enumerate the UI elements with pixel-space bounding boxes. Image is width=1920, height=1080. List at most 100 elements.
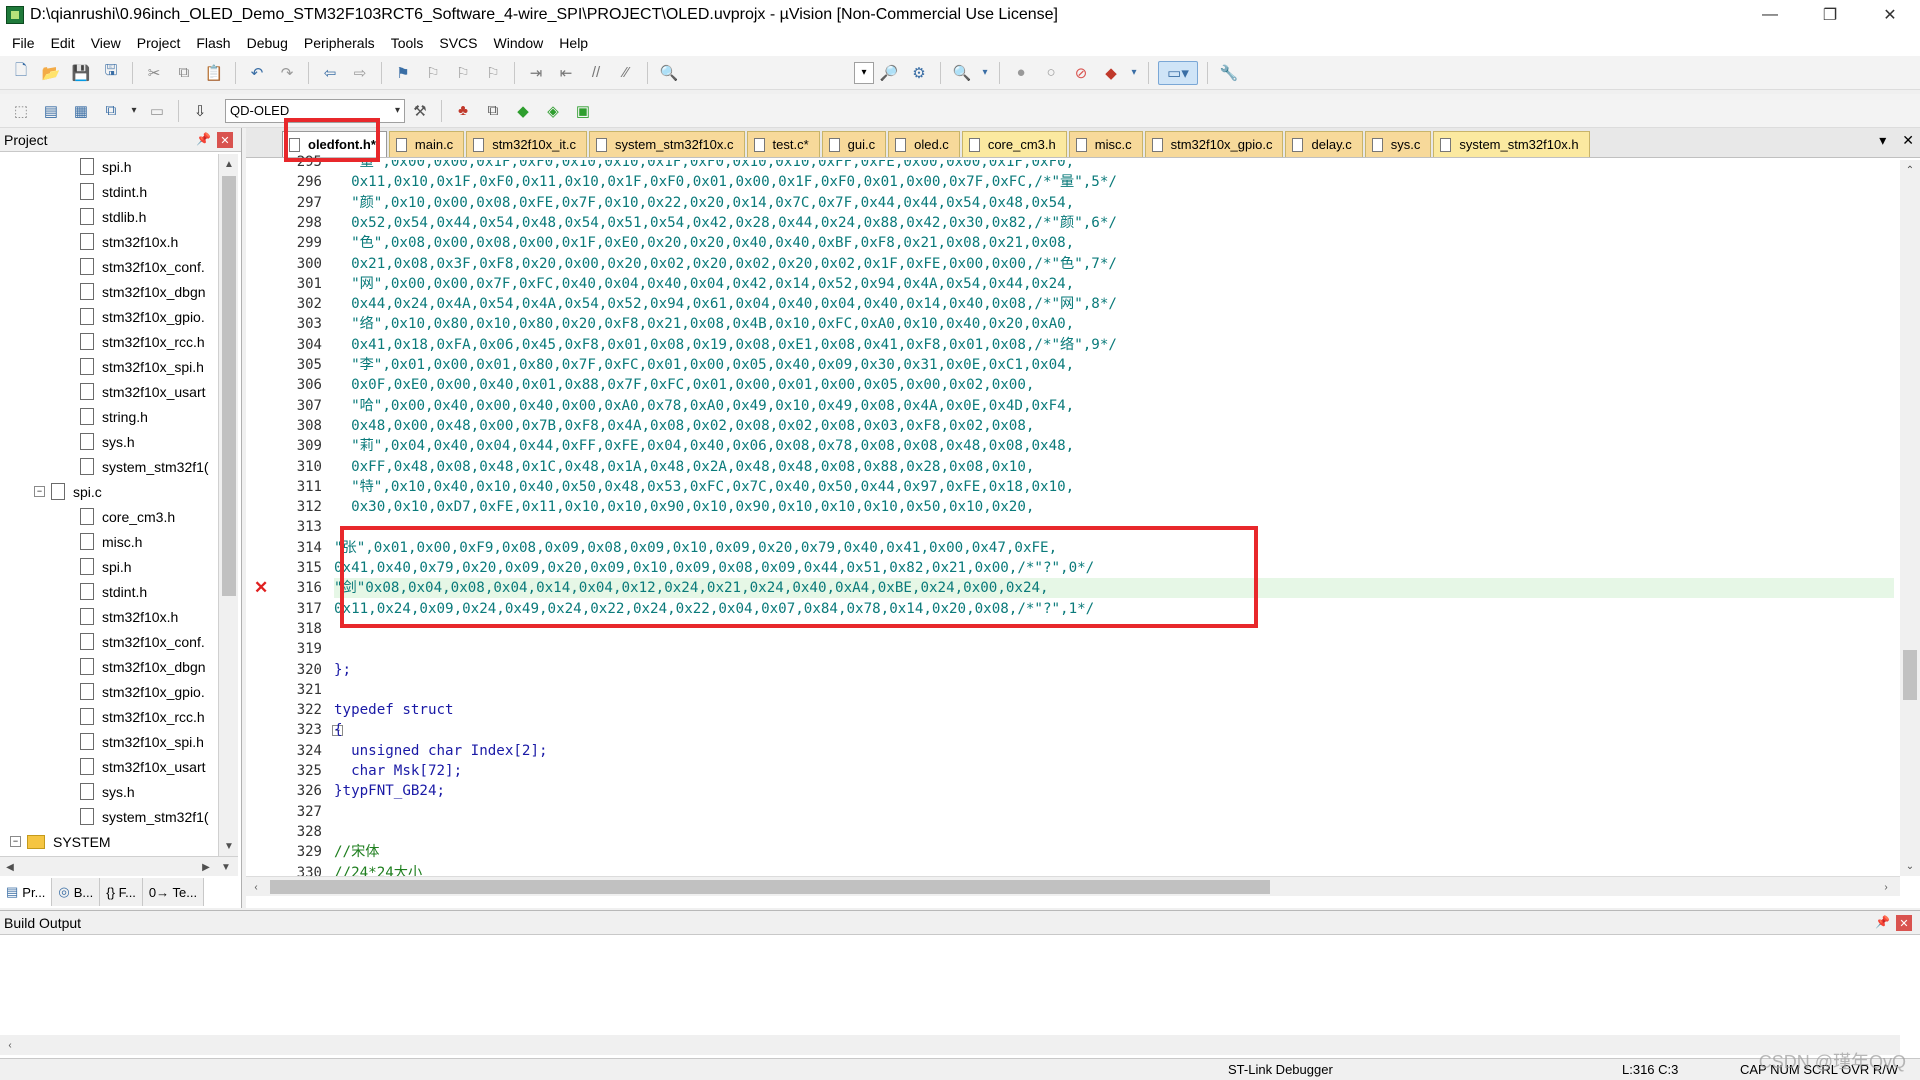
uncomment-icon[interactable]: ⁄⁄ [614,61,638,85]
tree-item[interactable]: stdlib.h [0,204,218,229]
configure-tools-icon[interactable]: 🔧 [1217,61,1241,85]
close-icon[interactable]: ✕ [1896,915,1912,931]
code-line[interactable]: 0x52,0x54,0x44,0x54,0x48,0x54,0x51,0x54,… [334,213,1117,233]
tree-item[interactable]: − SYSTEM [0,829,218,854]
breakpoint-dropdown-icon[interactable]: ▾ [1129,61,1139,85]
menu-debug[interactable]: Debug [239,30,296,56]
tab-functions[interactable]: {} F... [100,878,143,906]
collapse-icon[interactable]: − [10,836,21,847]
scroll-down-icon[interactable]: ⌄ [1900,856,1920,876]
navigate-forward-icon[interactable]: ⇨ [348,61,372,85]
open-file-icon[interactable]: 📂 [39,61,63,85]
file-tab[interactable]: sys.c [1364,131,1432,157]
code-line[interactable]: 0x48,0x00,0x48,0x00,0x7B,0xF8,0x4A,0x08,… [334,416,1034,436]
file-tab[interactable]: test.c* [746,131,820,157]
bookmark-clear-icon[interactable]: ⚐ [481,61,505,85]
project-vertical-scrollbar[interactable]: ▲ ▼ [218,154,238,856]
scroll-left-icon[interactable]: ‹ [246,877,266,897]
find-in-files-icon[interactable]: 🔍 [657,61,681,85]
code-line[interactable]: "特",0x10,0x40,0x10,0x40,0x50,0x48,0x53,0… [334,477,1074,497]
tree-item[interactable]: stdint.h [0,179,218,204]
tree-item[interactable]: stm32f10x_dbgn [0,654,218,679]
file-tab[interactable]: system_stm32f10x.h [1433,131,1590,157]
tab-templates[interactable]: 0→ Te... [142,878,205,906]
tree-item[interactable]: system_stm32f1( [0,804,218,829]
code-line[interactable]: 0x30,0x10,0xD7,0xFE,0x11,0x10,0x10,0x90,… [334,497,1034,517]
pack-installer-icon[interactable]: ▣ [571,99,595,123]
tree-item[interactable]: spi.h [0,554,218,579]
translate-icon[interactable]: ⬚ [9,99,33,123]
file-tab[interactable]: oled.c [888,131,960,157]
paste-icon[interactable]: 📋 [202,61,226,85]
breakpoint-insert-icon[interactable]: ● [1009,61,1033,85]
code-line[interactable]: "李",0x01,0x00,0x01,0x80,0x7F,0xFC,0x01,0… [334,355,1074,375]
file-tab[interactable]: misc.c [1068,131,1143,157]
incremental-find-icon[interactable]: 🔎 [877,61,901,85]
tree-item[interactable]: string.h [0,404,218,429]
scroll-thumb[interactable] [270,880,1270,894]
batch-dropdown-icon[interactable]: ▾ [129,99,139,123]
tree-item[interactable]: stm32f10x_dbgn [0,279,218,304]
code-line[interactable]: 0xFF,0x48,0x08,0x48,0x1C,0x48,0x1A,0x48,… [334,457,1034,477]
code-line[interactable]: 0x21,0x08,0x3F,0xF8,0x20,0x00,0x20,0x02,… [334,254,1117,274]
scroll-right-icon[interactable]: ▶ [196,857,216,877]
scroll-down-icon[interactable]: ▼ [219,836,239,856]
debug-dropdown-icon[interactable]: ▾ [980,61,990,85]
breakpoint-kill-all-icon[interactable]: ◆ [1099,61,1123,85]
code-line[interactable]: 0x44,0x24,0x4A,0x54,0x4A,0x54,0x52,0x94,… [334,294,1117,314]
build-icon[interactable]: ▤ [39,99,63,123]
new-file-icon[interactable]: 🗋 [9,61,33,85]
tree-item[interactable]: stm32f10x.h [0,604,218,629]
bookmark-prev-icon[interactable]: ⚐ [421,61,445,85]
tree-item[interactable]: stm32f10x_usart [0,754,218,779]
find-replace-icon[interactable]: ⚙ [907,61,931,85]
editor-horizontal-scrollbar[interactable]: ‹ › [246,876,1900,896]
tree-item[interactable]: stm32f10x_rcc.h [0,329,218,354]
close-window-button[interactable]: ✕ [1860,0,1920,30]
manage-project-items-icon[interactable]: ♣ [451,99,475,123]
menu-flash[interactable]: Flash [188,30,238,56]
tab-project[interactable]: ▤ Pr... [0,878,53,906]
menu-file[interactable]: File [4,30,43,56]
tree-item[interactable]: − spi.c [0,479,218,504]
breakpoint-enable-icon[interactable]: ○ [1039,61,1063,85]
navigate-back-icon[interactable]: ⇦ [318,61,342,85]
tree-item[interactable]: sys.h [0,429,218,454]
code-line[interactable]: //24*24大小 [334,863,422,876]
code-line[interactable]: "莉",0x04,0x40,0x04,0x44,0xFF,0xFE,0x04,0… [334,436,1074,456]
pin-icon[interactable]: 📌 [1875,915,1890,929]
pin-icon[interactable]: 📌 [196,132,211,146]
manage-multi-project-icon[interactable]: ⧉ [481,99,505,123]
menu-svcs[interactable]: SVCS [431,30,485,56]
tree-item[interactable]: stm32f10x_spi.h [0,354,218,379]
target-options-icon[interactable]: ⚒ [408,99,432,123]
cut-icon[interactable]: ✂ [142,61,166,85]
scroll-right-icon[interactable]: › [1876,877,1896,897]
scroll-thumb[interactable] [1903,650,1917,700]
restore-button[interactable]: ❐ [1800,0,1860,30]
tree-item[interactable]: sys.h [0,779,218,804]
code-line[interactable]: "量",0x00,0x00,0x1F,0xF0,0x10,0x10,0x1F,0… [334,160,1074,172]
undo-icon[interactable]: ↶ [245,61,269,85]
unindent-icon[interactable]: ⇤ [554,61,578,85]
tree-item[interactable]: stdint.h [0,579,218,604]
bookmark-next-icon[interactable]: ⚐ [451,61,475,85]
menu-edit[interactable]: Edit [43,30,83,56]
batch-build-icon[interactable]: ⧉ [99,99,123,123]
file-tab[interactable]: stm32f10x_gpio.c [1144,131,1284,157]
code-line[interactable]: char Msk[72]; [334,761,462,781]
code-line[interactable]: "哈",0x00,0x40,0x00,0x40,0x00,0xA0,0x78,0… [334,396,1074,416]
scroll-left-icon[interactable]: ‹ [0,1035,20,1055]
file-tab[interactable]: stm32f10x_it.c [466,131,588,157]
debug-session-icon[interactable]: 🔍 [950,61,974,85]
scroll-up-icon[interactable]: ⌃ [1900,160,1920,180]
code-line[interactable]: { [334,720,343,740]
code-line[interactable]: 0x0F,0xE0,0x00,0x40,0x01,0x88,0x7F,0xFC,… [334,375,1034,395]
project-horizontal-scrollbar[interactable]: ◀ ▶ ▼ [0,856,238,876]
file-tab[interactable]: delay.c [1285,131,1363,157]
stop-build-icon[interactable]: ▭ [145,99,169,123]
code-line[interactable]: unsigned char Index[2]; [334,741,547,761]
tab-list-dropdown-icon[interactable]: ▾ [1879,132,1886,149]
save-icon[interactable]: 💾 [69,61,93,85]
file-tab[interactable]: gui.c [821,131,887,157]
